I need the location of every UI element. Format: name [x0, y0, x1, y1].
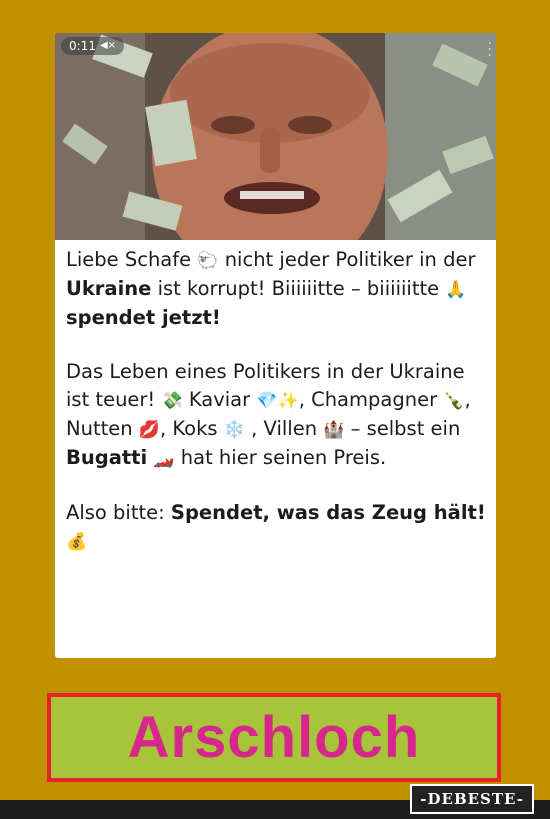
paragraph-2: Das Leben eines Politikers in der Ukrain…: [66, 360, 471, 469]
video-player[interactable]: 0:11 ◀× · · ·: [55, 33, 496, 240]
video-frame: [55, 33, 496, 240]
site-logo: -DEBESTE-: [410, 784, 534, 814]
kiss-icon: 💋: [138, 420, 160, 440]
mute-icon[interactable]: ◀×: [100, 37, 116, 55]
caption-text: Arschloch: [127, 705, 421, 770]
paragraph-3: Also bitte: Spendet, was das Zeug hält! …: [66, 501, 486, 552]
video-timer: 0:11 ◀×: [61, 37, 125, 55]
money-icon: 💸: [161, 391, 183, 411]
video-timestamp: 0:11: [69, 39, 96, 53]
snowflake-icon: ❄️: [223, 420, 245, 440]
gem-sparkle-icon: 💎✨: [256, 391, 299, 411]
post-card: 0:11 ◀× · · · Liebe Schafe 🐑 nicht jeder P…: [55, 33, 496, 658]
paragraph-1: Liebe Schafe 🐑 nicht jeder Politiker in …: [66, 248, 476, 329]
castle-icon: 🏰: [323, 420, 345, 440]
sheep-icon: 🐑: [197, 251, 219, 271]
post-text: Liebe Schafe 🐑 nicht jeder Politiker in …: [66, 246, 491, 582]
more-options-icon[interactable]: · · ·: [488, 37, 492, 63]
caption-banner: Arschloch: [47, 693, 501, 782]
money-bag-icon: 💰: [66, 532, 88, 552]
race-car-icon: 🏎️: [153, 449, 175, 469]
champagne-icon: 🍾: [443, 391, 465, 411]
pray-icon: 🙏: [445, 280, 467, 300]
